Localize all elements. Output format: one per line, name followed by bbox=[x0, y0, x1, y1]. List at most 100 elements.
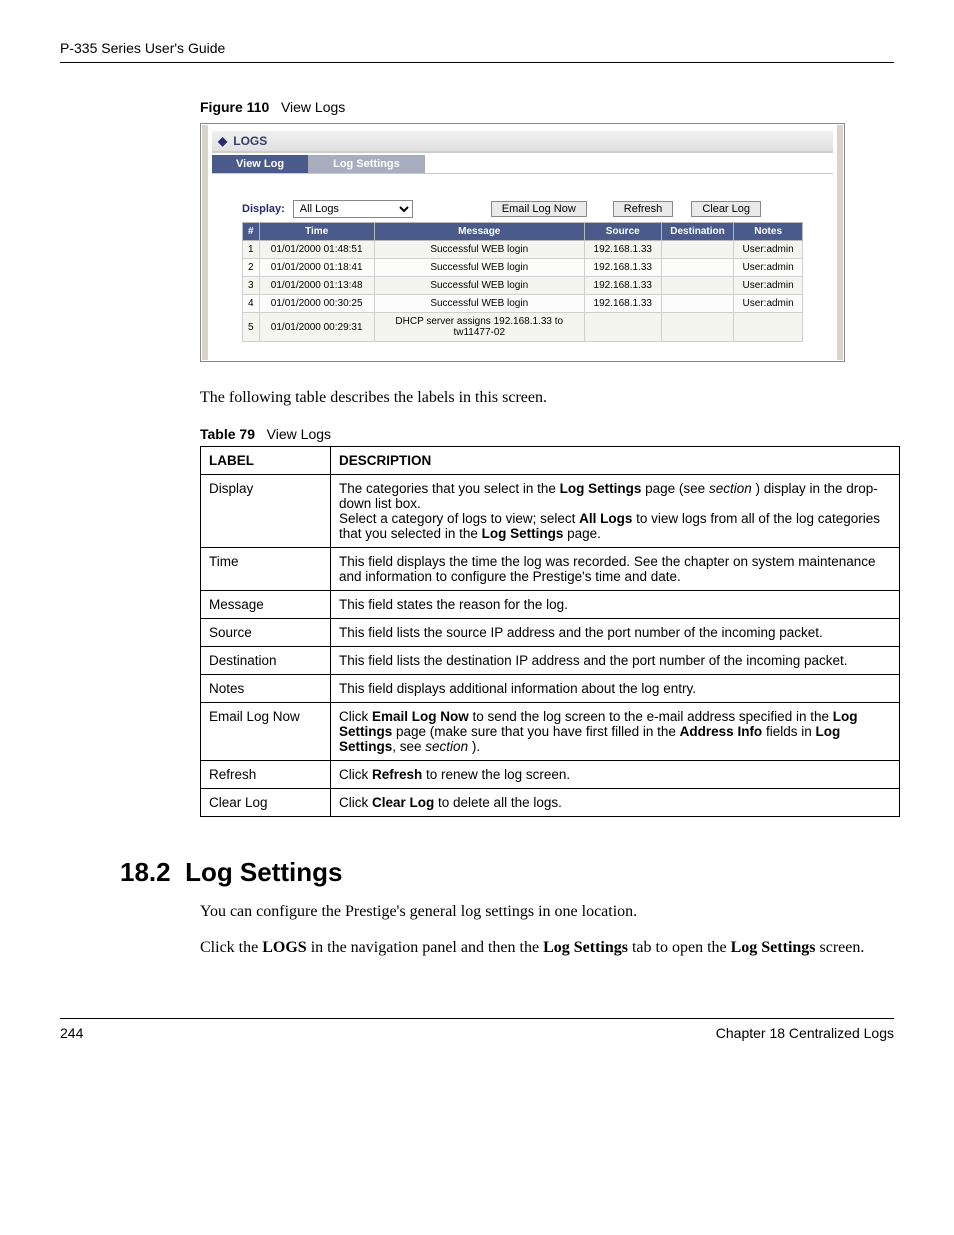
col-notes: Notes bbox=[734, 223, 803, 241]
table-cell: 01/01/2000 01:13:48 bbox=[259, 277, 374, 295]
desc-header-description: DESCRIPTION bbox=[331, 447, 900, 475]
table-cell: 3 bbox=[243, 277, 260, 295]
email-log-now-button[interactable]: Email Log Now bbox=[491, 201, 587, 217]
label-cell: Notes bbox=[201, 675, 331, 703]
page-footer: 244 Chapter 18 Centralized Logs bbox=[60, 1018, 894, 1041]
chapter-label: Chapter 18 Centralized Logs bbox=[716, 1025, 894, 1041]
refresh-button[interactable]: Refresh bbox=[613, 201, 674, 217]
table-row: NotesThis field displays additional info… bbox=[201, 675, 900, 703]
description-cell: Click Email Log Now to send the log scre… bbox=[331, 703, 900, 761]
label-cell: Email Log Now bbox=[201, 703, 331, 761]
table-cell: User:admin bbox=[734, 295, 803, 313]
label-cell: Display bbox=[201, 475, 331, 548]
diamond-icon: ◆ bbox=[218, 134, 227, 148]
table-caption: Table 79 View Logs bbox=[200, 426, 894, 442]
col-message: Message bbox=[374, 223, 584, 241]
col-time: Time bbox=[259, 223, 374, 241]
col-source: Source bbox=[584, 223, 661, 241]
label-cell: Source bbox=[201, 619, 331, 647]
table-cell: 2 bbox=[243, 259, 260, 277]
table-cell: User:admin bbox=[734, 277, 803, 295]
description-cell: This field lists the destination IP addr… bbox=[331, 647, 900, 675]
table-row: 401/01/2000 00:30:25Successful WEB login… bbox=[243, 295, 803, 313]
table-row: 501/01/2000 00:29:31DHCP server assigns … bbox=[243, 313, 803, 342]
table-cell: 5 bbox=[243, 313, 260, 342]
section-para-1: You can configure the Prestige's general… bbox=[200, 902, 884, 922]
table-row: 201/01/2000 01:18:41Successful WEB login… bbox=[243, 259, 803, 277]
table-cell bbox=[584, 313, 661, 342]
description-cell: This field states the reason for the log… bbox=[331, 591, 900, 619]
figure-title: View Logs bbox=[281, 99, 345, 115]
table-row: Clear LogClick Clear Log to delete all t… bbox=[201, 789, 900, 817]
table-cell: Successful WEB login bbox=[374, 295, 584, 313]
table-cell: Successful WEB login bbox=[374, 241, 584, 259]
table-cell bbox=[661, 241, 734, 259]
description-cell: This field lists the source IP address a… bbox=[331, 619, 900, 647]
section-para-2: Click the LOGS in the navigation panel a… bbox=[200, 938, 884, 958]
table-row: 101/01/2000 01:48:51Successful WEB login… bbox=[243, 241, 803, 259]
label-cell: Message bbox=[201, 591, 331, 619]
description-cell: The categories that you select in the Lo… bbox=[331, 475, 900, 548]
col-destination: Destination bbox=[661, 223, 734, 241]
log-table-header-row: # Time Message Source Destination Notes bbox=[243, 223, 803, 241]
figure-followup-paragraph: The following table describes the labels… bbox=[200, 388, 884, 408]
table-cell: 01/01/2000 01:18:41 bbox=[259, 259, 374, 277]
table-cell: DHCP server assigns 192.168.1.33 to tw11… bbox=[374, 313, 584, 342]
label-cell: Time bbox=[201, 548, 331, 591]
table-cell: 192.168.1.33 bbox=[584, 295, 661, 313]
table-label: Table 79 bbox=[200, 426, 255, 442]
section-number: 18.2 bbox=[120, 857, 171, 887]
description-cell: Click Refresh to renew the log screen. bbox=[331, 761, 900, 789]
table-cell bbox=[661, 277, 734, 295]
description-table: LABEL DESCRIPTION DisplayThe categories … bbox=[200, 446, 900, 817]
desc-header-label: LABEL bbox=[201, 447, 331, 475]
description-cell: Click Clear Log to delete all the logs. bbox=[331, 789, 900, 817]
table-cell: 01/01/2000 00:29:31 bbox=[259, 313, 374, 342]
table-row: Email Log NowClick Email Log Now to send… bbox=[201, 703, 900, 761]
logs-panel-header: ◆ LOGS bbox=[212, 131, 833, 153]
table-cell: 1 bbox=[243, 241, 260, 259]
table-row: SourceThis field lists the source IP add… bbox=[201, 619, 900, 647]
figure-label: Figure 110 bbox=[200, 99, 269, 115]
table-cell: Successful WEB login bbox=[374, 277, 584, 295]
table-row: TimeThis field displays the time the log… bbox=[201, 548, 900, 591]
table-title: View Logs bbox=[267, 426, 331, 442]
table-row: RefreshClick Refresh to renew the log sc… bbox=[201, 761, 900, 789]
description-cell: This field displays the time the log was… bbox=[331, 548, 900, 591]
table-row: MessageThis field states the reason for … bbox=[201, 591, 900, 619]
col-num: # bbox=[243, 223, 260, 241]
page-number: 244 bbox=[60, 1025, 83, 1041]
tab-log-settings[interactable]: Log Settings bbox=[309, 155, 425, 173]
label-cell: Clear Log bbox=[201, 789, 331, 817]
table-cell: 4 bbox=[243, 295, 260, 313]
section-title: Log Settings bbox=[185, 857, 342, 887]
table-cell bbox=[661, 259, 734, 277]
tab-bar: View Log Log Settings bbox=[212, 155, 833, 174]
logs-panel-title: LOGS bbox=[233, 134, 267, 148]
table-cell: 192.168.1.33 bbox=[584, 277, 661, 295]
table-row: DisplayThe categories that you select in… bbox=[201, 475, 900, 548]
figure-caption: Figure 110 View Logs bbox=[200, 99, 894, 115]
table-cell: 192.168.1.33 bbox=[584, 241, 661, 259]
description-cell: This field displays additional informati… bbox=[331, 675, 900, 703]
table-cell: Successful WEB login bbox=[374, 259, 584, 277]
table-row: 301/01/2000 01:13:48Successful WEB login… bbox=[243, 277, 803, 295]
table-cell: User:admin bbox=[734, 259, 803, 277]
log-table: # Time Message Source Destination Notes … bbox=[242, 222, 803, 342]
table-cell: 01/01/2000 01:48:51 bbox=[259, 241, 374, 259]
running-head: P-335 Series User's Guide bbox=[60, 40, 894, 63]
tab-view-log[interactable]: View Log bbox=[212, 155, 309, 173]
section-heading: 18.2 Log Settings bbox=[120, 857, 894, 888]
clear-log-button[interactable]: Clear Log bbox=[691, 201, 761, 217]
table-cell: 01/01/2000 00:30:25 bbox=[259, 295, 374, 313]
table-cell bbox=[661, 313, 734, 342]
table-cell: User:admin bbox=[734, 241, 803, 259]
table-cell: 192.168.1.33 bbox=[584, 259, 661, 277]
label-cell: Destination bbox=[201, 647, 331, 675]
table-cell bbox=[734, 313, 803, 342]
display-select[interactable]: All Logs bbox=[293, 200, 413, 218]
table-row: DestinationThis field lists the destinat… bbox=[201, 647, 900, 675]
screenshot-container: ◆ LOGS View Log Log Settings Display: Al… bbox=[200, 123, 845, 362]
log-controls-row: Display: All Logs Email Log Now Refresh … bbox=[242, 200, 833, 218]
table-cell bbox=[661, 295, 734, 313]
